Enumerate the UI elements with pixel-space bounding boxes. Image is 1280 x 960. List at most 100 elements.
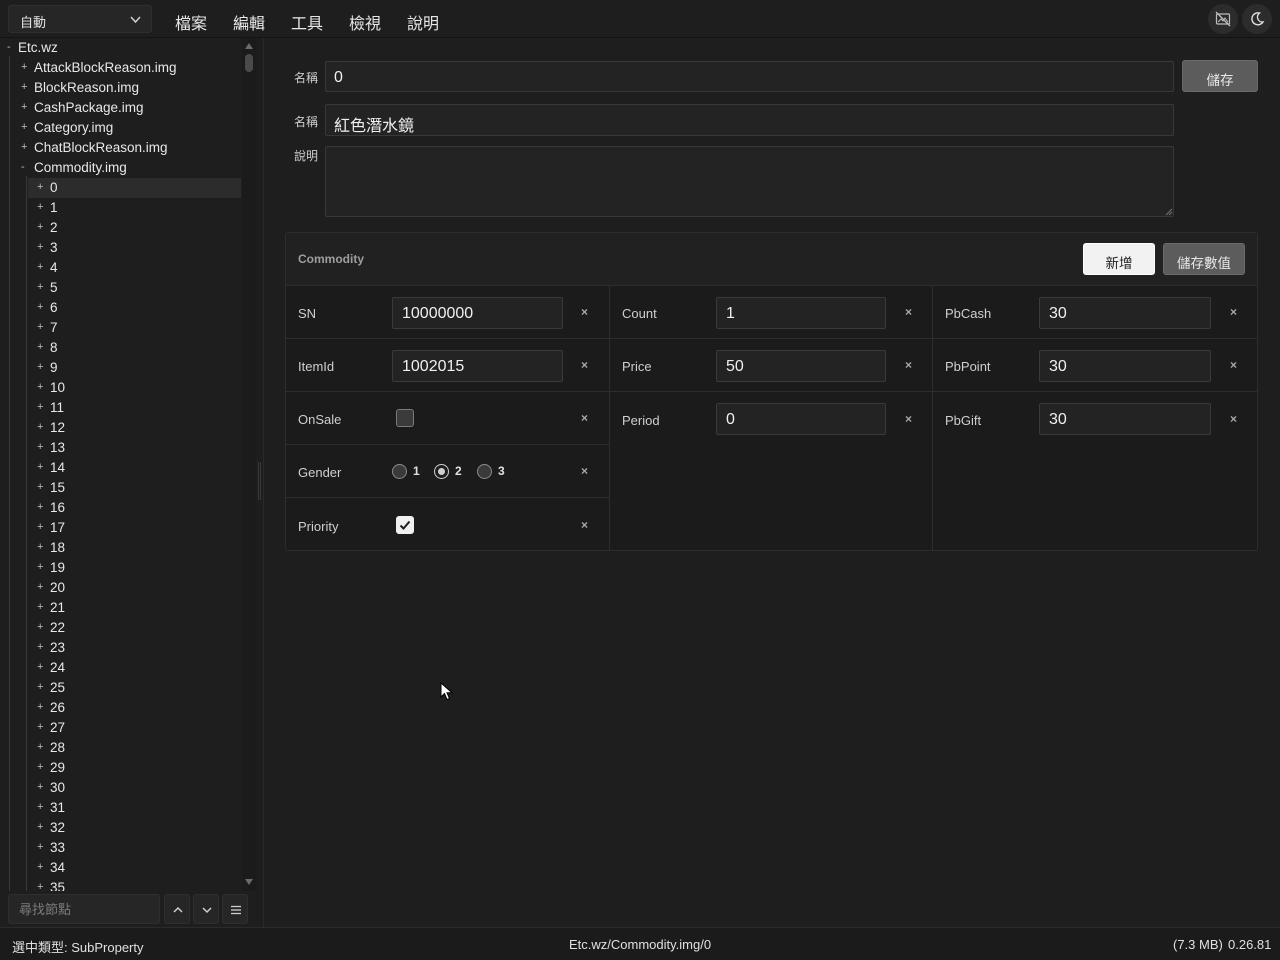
scroll-up-arrow-icon[interactable] (245, 43, 253, 49)
tree-expand-toggle[interactable]: + (37, 221, 43, 233)
tree-expand-toggle[interactable]: + (37, 341, 43, 353)
tree-node-child[interactable]: +22 (0, 618, 241, 638)
search-options-button[interactable] (222, 894, 248, 924)
tree-node-child[interactable]: +28 (0, 738, 241, 758)
tree-expand-toggle[interactable]: + (37, 601, 43, 613)
gender-radio-1[interactable] (392, 464, 407, 479)
tree-node-child[interactable]: +3 (0, 238, 241, 258)
remove-itemid-button[interactable]: × (581, 358, 588, 372)
tree-node-child[interactable]: +17 (0, 518, 241, 538)
theme-toggle-button[interactable] (1242, 4, 1272, 34)
tree-expand-toggle[interactable]: + (37, 861, 43, 873)
tree-node-child[interactable]: +18 (0, 538, 241, 558)
tree-expand-toggle[interactable]: + (37, 241, 43, 253)
tree-node-child[interactable]: +24 (0, 658, 241, 678)
menu-help[interactable]: 說明 (407, 10, 439, 34)
onsale-checkbox[interactable] (396, 409, 414, 427)
tree-expand-toggle[interactable]: + (21, 101, 27, 113)
tree-expand-toggle[interactable]: + (37, 321, 43, 333)
tree-expand-toggle[interactable]: + (37, 621, 43, 633)
sn-input[interactable]: 10000000 (392, 297, 563, 329)
tree-expand-toggle[interactable]: + (37, 261, 43, 273)
tree-expand-toggle[interactable]: + (37, 801, 43, 813)
tree-expand-toggle[interactable]: + (37, 721, 43, 733)
tree-node-child[interactable]: +8 (0, 338, 241, 358)
toggle-image-preview-button[interactable] (1208, 4, 1238, 34)
tree-node-child[interactable]: +30 (0, 778, 241, 798)
tree-expand-toggle[interactable]: + (37, 181, 43, 193)
tree-node-child[interactable]: +14 (0, 458, 241, 478)
tree-node-child[interactable]: +25 (0, 678, 241, 698)
tree-expand-toggle[interactable]: + (37, 841, 43, 853)
tree-expand-toggle[interactable]: + (37, 681, 43, 693)
remove-priority-button[interactable]: × (581, 518, 588, 532)
tree-expand-toggle[interactable]: + (37, 381, 43, 393)
tree-node-child[interactable]: +31 (0, 798, 241, 818)
tree-expand-toggle[interactable]: + (37, 361, 43, 373)
tree-node-child[interactable]: +27 (0, 718, 241, 738)
count-input[interactable]: 1 (716, 297, 886, 329)
remove-onsale-button[interactable]: × (581, 411, 588, 425)
node-name-input[interactable]: 0 (325, 61, 1174, 92)
remove-sn-button[interactable]: × (581, 305, 588, 319)
tree-expand-toggle[interactable]: - (21, 161, 25, 173)
itemid-input[interactable]: 1002015 (392, 350, 563, 382)
tree-expand-toggle[interactable]: + (37, 641, 43, 653)
tree-node-child[interactable]: +15 (0, 478, 241, 498)
tree-expand-toggle[interactable]: + (21, 121, 27, 133)
tree-node-file[interactable]: + Category.img (0, 118, 241, 138)
tree-expand-toggle[interactable]: + (37, 401, 43, 413)
tree-expand-toggle[interactable]: + (21, 81, 27, 93)
remove-price-button[interactable]: × (905, 358, 912, 372)
tree-expand-toggle[interactable]: + (37, 541, 43, 553)
tree-node-child[interactable]: +19 (0, 558, 241, 578)
menu-file[interactable]: 檔案 (175, 10, 207, 34)
save-name-button[interactable]: 儲存 (1182, 60, 1258, 92)
tree-node-child[interactable]: +12 (0, 418, 241, 438)
tree-expand-toggle[interactable]: - (7, 41, 11, 53)
tree-scrollbar[interactable] (242, 38, 256, 891)
gender-radio-3[interactable] (477, 464, 492, 479)
tree-node-file[interactable]: + ChatBlockReason.img (0, 138, 241, 158)
item-name-input[interactable]: 紅色潛水鏡 (325, 104, 1174, 136)
tree-expand-toggle[interactable]: + (37, 881, 43, 891)
tree-expand-toggle[interactable]: + (37, 421, 43, 433)
tree-node-child[interactable]: +21 (0, 598, 241, 618)
tree-node-child[interactable]: +6 (0, 298, 241, 318)
tree-node-child[interactable]: +4 (0, 258, 241, 278)
gender-radio-2[interactable] (434, 464, 449, 479)
tree-expand-toggle[interactable]: + (21, 61, 27, 73)
tree-node-child[interactable]: +11 (0, 398, 241, 418)
remove-period-button[interactable]: × (905, 412, 912, 426)
scroll-down-arrow-icon[interactable] (245, 879, 253, 885)
remove-pbgift-button[interactable]: × (1230, 412, 1237, 426)
tree-node-child[interactable]: +2 (0, 218, 241, 238)
tree-expand-toggle[interactable]: + (37, 441, 43, 453)
tree-node-child[interactable]: +29 (0, 758, 241, 778)
tree-node-child[interactable]: +7 (0, 318, 241, 338)
description-textarea[interactable] (325, 146, 1174, 217)
tree-node-file[interactable]: + CashPackage.img (0, 98, 241, 118)
scroll-thumb[interactable] (245, 54, 253, 72)
tree-node-child[interactable]: +34 (0, 858, 241, 878)
tree-expand-toggle[interactable]: + (37, 741, 43, 753)
remove-count-button[interactable]: × (905, 305, 912, 319)
tree-node-child[interactable]: +20 (0, 578, 241, 598)
mode-select[interactable]: 自動 (8, 5, 152, 33)
tree-node-child[interactable]: +32 (0, 818, 241, 838)
tree-expand-toggle[interactable]: + (37, 821, 43, 833)
tree-node-child[interactable]: +23 (0, 638, 241, 658)
tree-expand-toggle[interactable]: + (37, 281, 43, 293)
tree-expand-toggle[interactable]: + (37, 581, 43, 593)
tree-expand-toggle[interactable]: + (21, 141, 27, 153)
tree-node-child[interactable]: +9 (0, 358, 241, 378)
tree-node-child[interactable]: +33 (0, 838, 241, 858)
remove-pbpoint-button[interactable]: × (1230, 358, 1237, 372)
tree-node-child[interactable]: +16 (0, 498, 241, 518)
tree-node-file[interactable]: - Commodity.img (0, 158, 241, 178)
tree-expand-toggle[interactable]: + (37, 781, 43, 793)
tree-node-child[interactable]: +5 (0, 278, 241, 298)
menu-view[interactable]: 檢視 (349, 10, 381, 34)
menu-edit[interactable]: 編輯 (233, 10, 265, 34)
pbpoint-input[interactable]: 30 (1039, 350, 1211, 382)
